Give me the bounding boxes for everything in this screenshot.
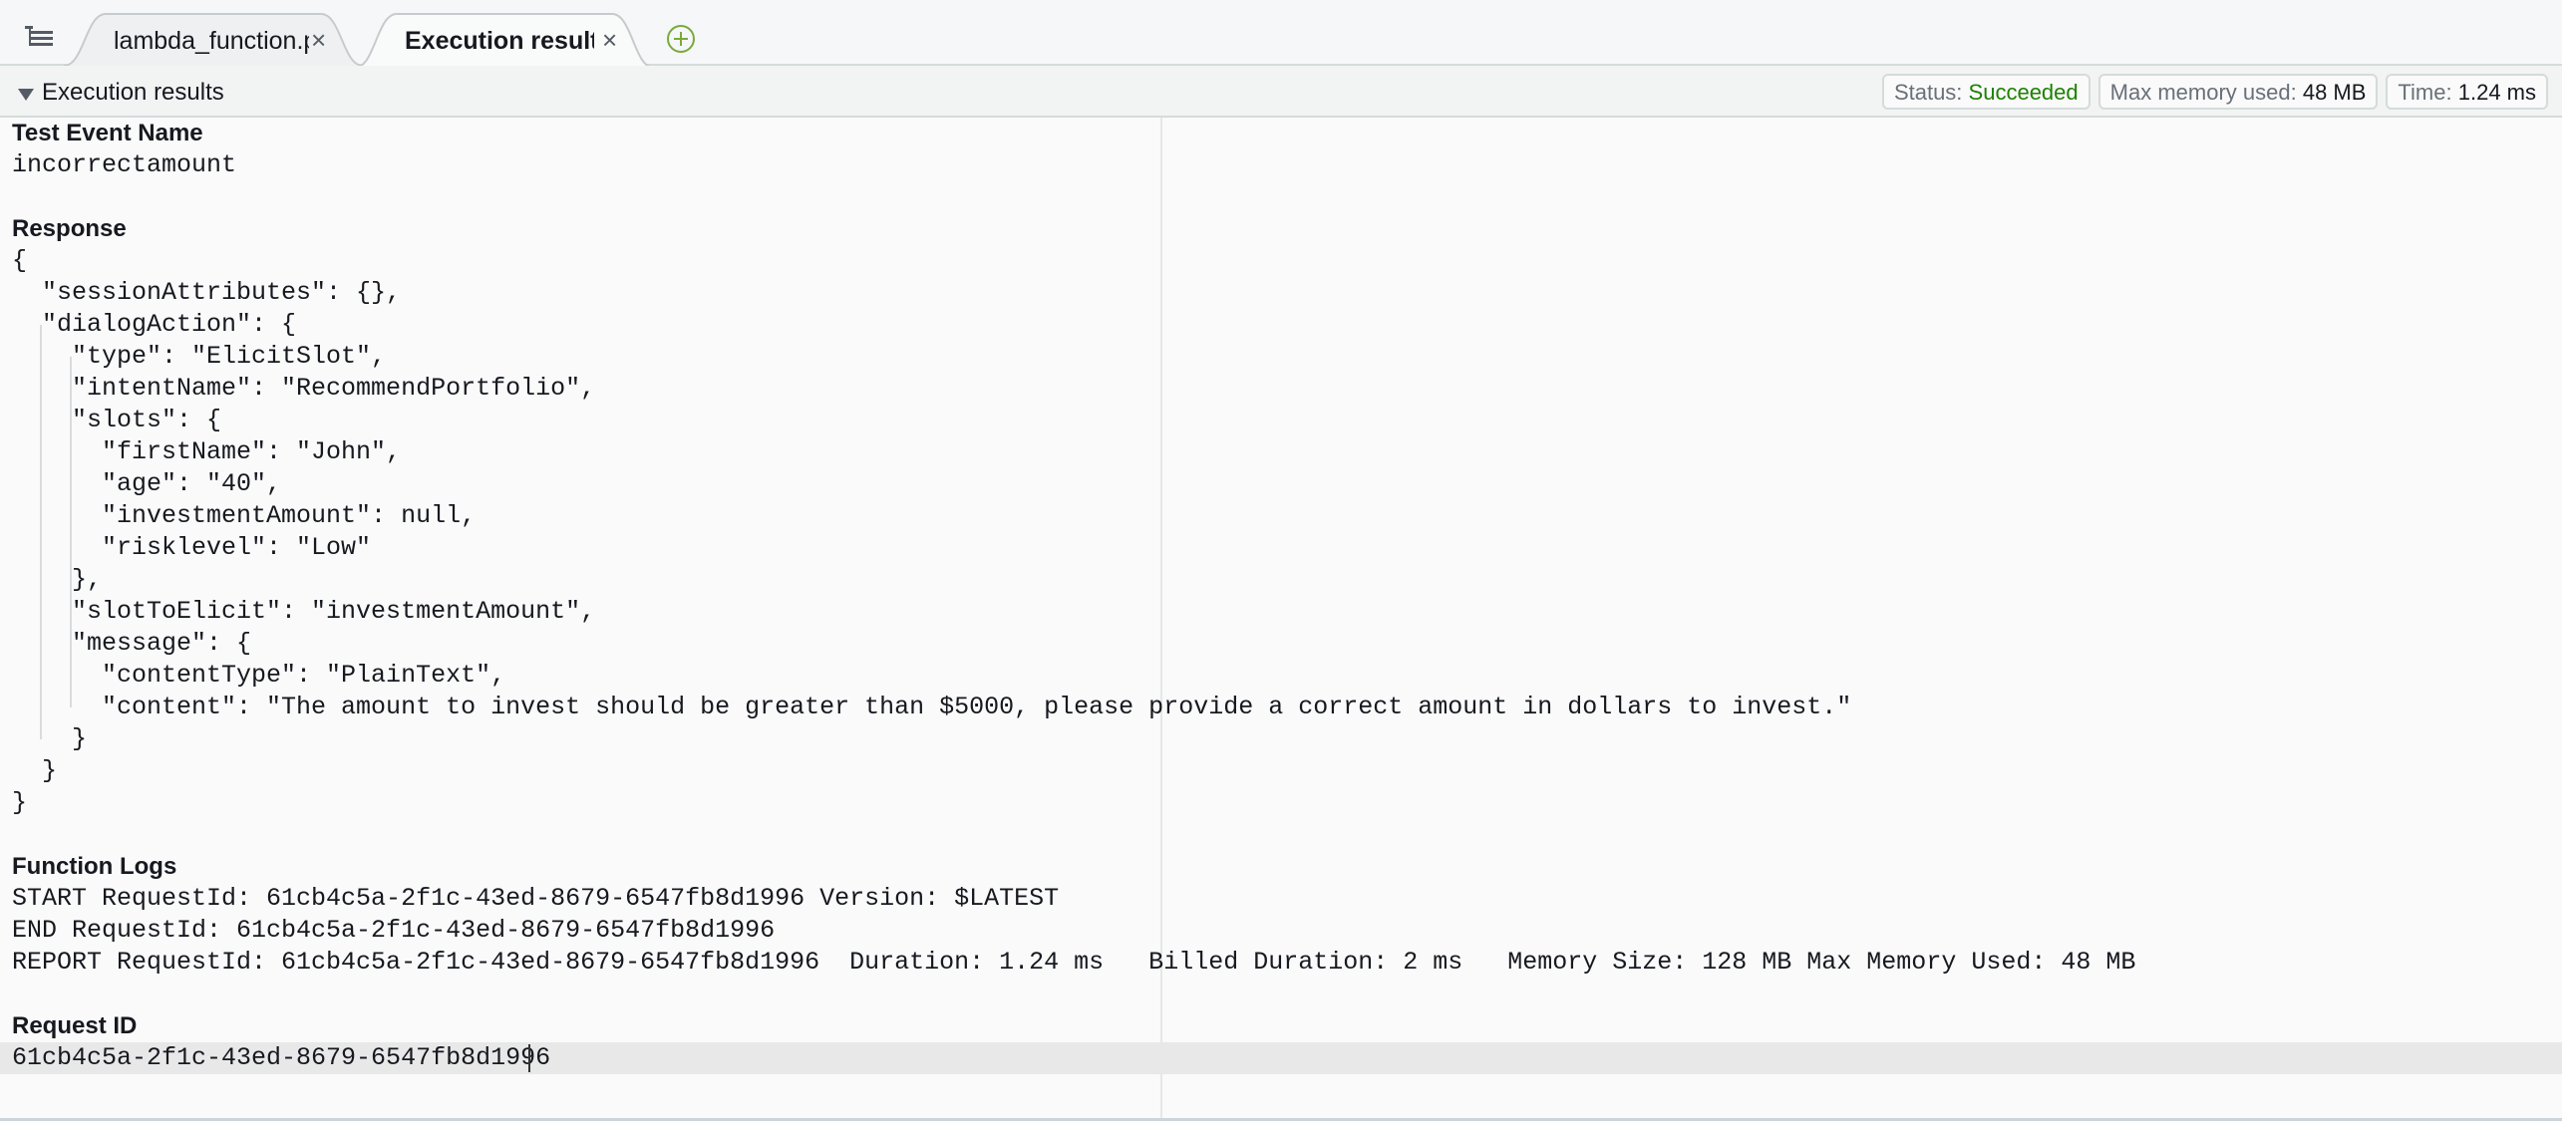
menu-list-icon[interactable] xyxy=(24,24,54,50)
time-badge: Time: 1.24 ms xyxy=(2386,74,2548,110)
status-badges: Status: Succeeded Max memory used: 48 MB… xyxy=(1881,74,2548,110)
response-heading: Response xyxy=(12,215,127,242)
test-event-heading: Test Event Name xyxy=(12,120,203,146)
time-label: Time: xyxy=(2398,80,2452,105)
code-line: } xyxy=(12,756,58,785)
code-line: "slotToElicit": "investmentAmount", xyxy=(12,597,596,626)
request-id-heading: Request ID xyxy=(12,1012,138,1039)
tab-label: lambda_function.py xyxy=(114,27,309,55)
code-line: } xyxy=(12,724,88,753)
results-content[interactable]: Test Event Name incorrectamount Response… xyxy=(0,118,2562,1118)
caret-down-icon[interactable] xyxy=(18,89,34,101)
code-line: "age": "40", xyxy=(12,469,282,498)
memory-value: 48 MB xyxy=(2302,80,2367,105)
close-icon[interactable]: × xyxy=(602,25,617,56)
status-badge: Status: Succeeded xyxy=(1881,74,2091,110)
code-line: "investmentAmount": null, xyxy=(12,501,477,530)
tab-execution-results[interactable]: Execution results × xyxy=(355,12,654,68)
log-line: START RequestId: 61cb4c5a-2f1c-43ed-8679… xyxy=(12,884,1060,913)
code-line: "contentType": "PlainText", xyxy=(12,661,506,690)
log-line: REPORT RequestId: 61cb4c5a-2f1c-43ed-867… xyxy=(12,948,2136,977)
text-cursor xyxy=(528,1044,530,1072)
response-section: Response { "sessionAttributes": {}, "dia… xyxy=(12,213,1851,819)
status-value: Succeeded xyxy=(1968,80,2079,105)
code-line: "content": "The amount to invest should … xyxy=(12,693,1852,721)
section-title: Execution results xyxy=(42,79,224,106)
ide-panel: lambda_function.py × Execution results ×… xyxy=(0,0,2562,1121)
code-line: "firstName": "John", xyxy=(12,437,402,466)
code-line: "risklevel": "Low" xyxy=(12,533,372,562)
response-json[interactable]: { "sessionAttributes": {}, "dialogAction… xyxy=(12,245,1851,819)
code-line: { xyxy=(12,246,28,275)
tab-label: Execution results xyxy=(405,27,594,55)
request-id-value[interactable]: 61cb4c5a-2f1c-43ed-8679-6547fb8d1996 xyxy=(12,1042,550,1074)
add-tab-icon[interactable] xyxy=(666,24,696,54)
code-line: }, xyxy=(12,565,103,594)
memory-label: Max memory used: xyxy=(2109,80,2297,105)
status-label: Status: xyxy=(1893,80,1963,105)
log-line: END RequestId: 61cb4c5a-2f1c-43ed-8679-6… xyxy=(12,916,776,945)
code-line: "sessionAttributes": {}, xyxy=(12,278,402,307)
execution-results-header: Execution results Status: Succeeded Max … xyxy=(0,66,2562,118)
function-logs[interactable]: START RequestId: 61cb4c5a-2f1c-43ed-8679… xyxy=(12,883,2135,979)
tab-lambda-function[interactable]: lambda_function.py × xyxy=(64,12,363,66)
function-logs-heading: Function Logs xyxy=(12,853,177,880)
function-logs-section: Function Logs START RequestId: 61cb4c5a-… xyxy=(12,851,2135,979)
code-line: "intentName": "RecommendPortfolio", xyxy=(12,374,596,403)
test-event-section: Test Event Name incorrectamount xyxy=(12,118,236,181)
code-line: "slots": { xyxy=(12,406,222,434)
tab-bar: lambda_function.py × Execution results × xyxy=(0,0,2562,68)
test-event-value[interactable]: incorrectamount xyxy=(12,149,236,181)
memory-badge: Max memory used: 48 MB xyxy=(2097,74,2379,110)
code-line: } xyxy=(12,788,28,817)
request-id-section: Request ID 61cb4c5a-2f1c-43ed-8679-6547f… xyxy=(12,1010,550,1074)
code-line: "type": "ElicitSlot", xyxy=(12,342,387,371)
code-line: "message": { xyxy=(12,629,252,658)
close-icon[interactable]: × xyxy=(311,25,326,56)
time-value: 1.24 ms xyxy=(2457,80,2536,105)
code-line: "dialogAction": { xyxy=(12,310,297,339)
